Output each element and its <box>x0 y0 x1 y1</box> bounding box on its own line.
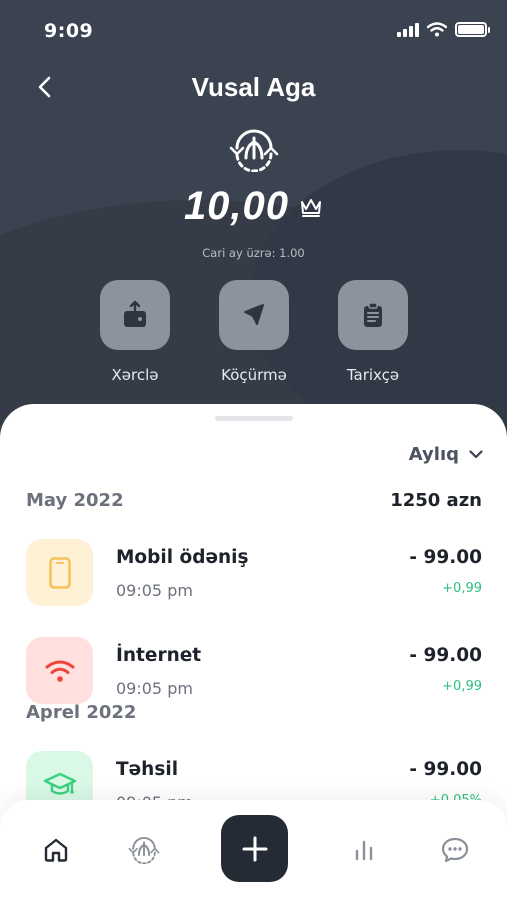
signal-icon <box>397 22 419 37</box>
graduation-cap-icon <box>43 772 76 795</box>
transaction-cashback: +0,99 <box>442 679 482 694</box>
group-header-april: Aprel 2022 <box>26 702 482 723</box>
transaction-amount: - 99.00 <box>409 547 482 568</box>
plus-icon <box>242 836 267 861</box>
tab-home[interactable] <box>36 832 76 868</box>
transaction-icon-tile <box>26 539 93 606</box>
status-bar: 9:09 <box>0 0 507 60</box>
transaction-amount: - 99.00 <box>409 759 482 780</box>
tab-statistics[interactable] <box>344 832 384 868</box>
phone-icon <box>48 556 71 589</box>
transfer-action-label: Köçürmə <box>221 366 287 384</box>
page-title: Vusal Aga <box>191 72 316 102</box>
wifi-status-icon <box>427 22 447 37</box>
transaction-cashback: +0,99 <box>442 581 482 596</box>
transfer-action-tile[interactable] <box>219 280 289 350</box>
wifi-icon <box>45 660 74 682</box>
transaction-icon-tile <box>26 637 93 704</box>
spend-action[interactable]: Xərclə <box>80 280 190 384</box>
clipboard-icon <box>364 302 382 327</box>
transaction-amount: - 99.00 <box>409 645 482 666</box>
tab-messages[interactable] <box>435 832 475 868</box>
period-dropdown-label: Aylıq <box>408 444 459 465</box>
group-header-may: May 2022 1250 azn <box>26 490 482 511</box>
transaction-time: 09:05 pm <box>116 581 193 600</box>
transaction-name: Mobil ödəniş <box>116 547 249 568</box>
cashback-logo-icon <box>229 129 279 172</box>
chart-bars-icon <box>355 840 373 861</box>
wallet-out-icon <box>124 300 146 327</box>
balance-row: 10,00 <box>0 184 507 229</box>
period-dropdown[interactable]: Aylıq <box>409 444 483 465</box>
battery-icon <box>455 22 490 37</box>
spend-action-label: Xərclə <box>111 366 159 384</box>
status-icons <box>397 22 490 37</box>
add-button[interactable] <box>221 815 288 882</box>
home-icon <box>44 838 68 862</box>
history-action-label: Tarixçə <box>346 366 400 384</box>
monthly-summary: Cari ay üzrə: 1.00 <box>202 246 305 260</box>
spend-action-tile[interactable] <box>100 280 170 350</box>
cashback-logo-icon <box>128 837 160 864</box>
history-action-tile[interactable] <box>338 280 408 350</box>
transaction-time: 09:05 pm <box>116 679 193 698</box>
send-arrow-icon <box>244 304 264 325</box>
group-title: May 2022 <box>26 490 124 511</box>
group-title: Aprel 2022 <box>26 702 137 723</box>
bottom-tab-bar <box>0 800 507 900</box>
crown-icon <box>301 198 322 217</box>
group-total: 1250 azn <box>390 490 482 511</box>
history-action[interactable]: Tarixçə <box>318 280 428 384</box>
transaction-row[interactable]: Mobil ödəniş 09:05 pm - 99.00 +0,99 <box>26 539 482 607</box>
transfer-action[interactable]: Köçürmə <box>199 280 309 384</box>
sheet-drag-handle[interactable] <box>215 416 293 421</box>
balance-value: 10,00 <box>183 184 290 228</box>
transaction-name: Təhsil <box>116 759 179 780</box>
tab-cashback[interactable] <box>124 832 164 868</box>
status-time: 9:09 <box>44 20 94 42</box>
transaction-name: İnternet <box>116 645 202 666</box>
chevron-down-icon <box>469 450 483 459</box>
chat-bubble-icon <box>441 837 469 863</box>
transaction-row[interactable]: İnternet 09:05 pm - 99.00 +0,99 <box>26 637 482 705</box>
